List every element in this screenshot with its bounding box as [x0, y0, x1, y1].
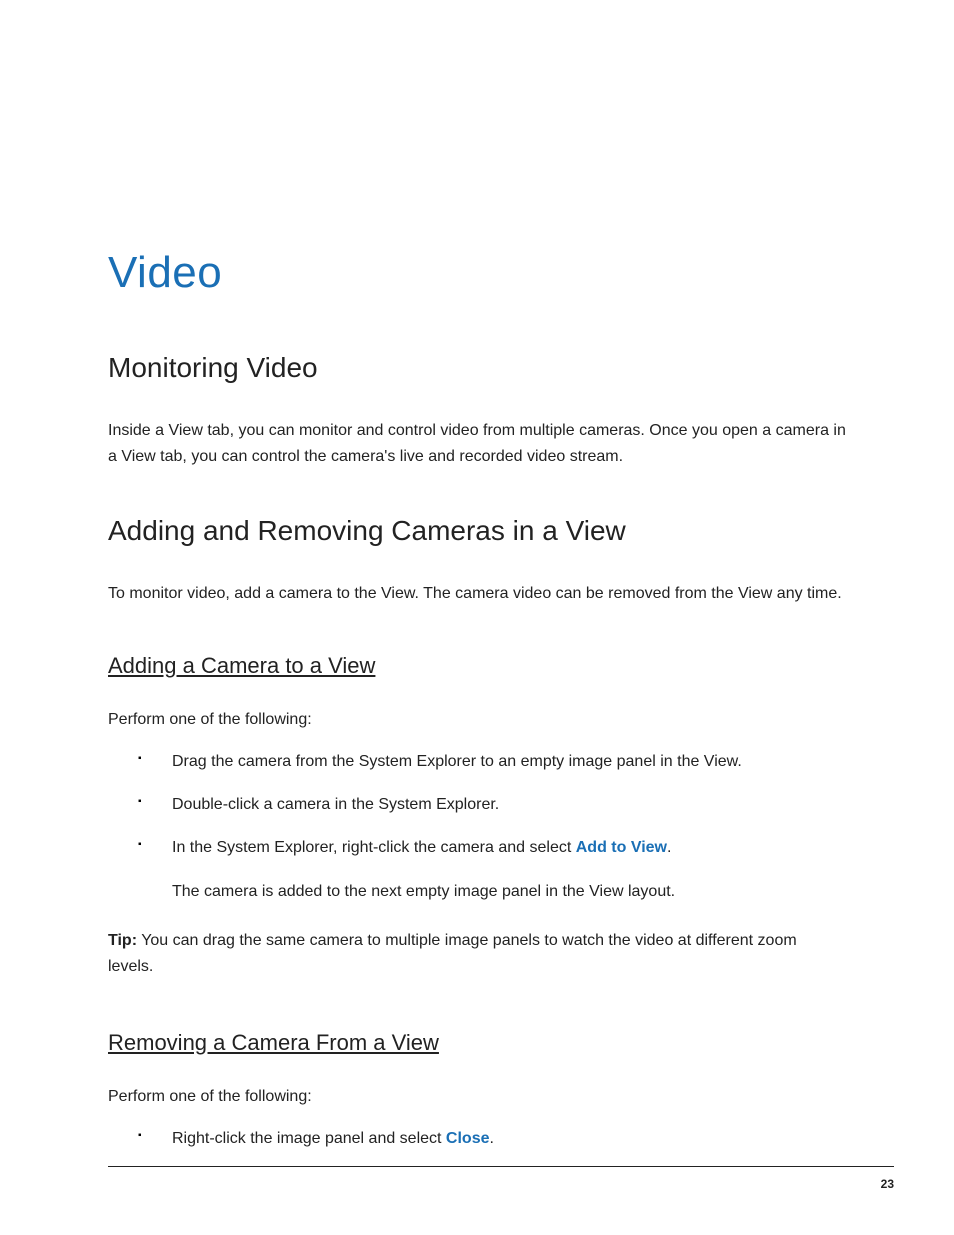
list-item: Right-click the image panel and select C… — [162, 1127, 846, 1152]
list-item-text: . — [490, 1130, 494, 1147]
list-item: Double-click a camera in the System Expl… — [162, 793, 846, 818]
after-bullets-note: The camera is added to the next empty im… — [108, 879, 846, 905]
list-item-text: . — [667, 839, 671, 856]
page-number: 23 — [881, 1177, 894, 1191]
bullet-list-adding: Drag the camera from the System Explorer… — [108, 750, 846, 860]
list-item-text: Right-click the image panel and select — [172, 1130, 446, 1147]
subsection-heading-removing: Removing a Camera From a View — [108, 1030, 846, 1056]
bullet-list-removing: Right-click the image panel and select C… — [108, 1127, 846, 1152]
list-item: In the System Explorer, right-click the … — [162, 836, 846, 861]
tip-label: Tip: — [108, 932, 137, 949]
tip-text: You can drag the same camera to multiple… — [108, 932, 797, 975]
paragraph-monitoring: Inside a View tab, you can monitor and c… — [108, 418, 846, 469]
section-heading-monitoring: Monitoring Video — [108, 352, 846, 384]
paragraph-adding-removing: To monitor video, add a camera to the Vi… — [108, 581, 846, 607]
intro-removing: Perform one of the following: — [108, 1084, 846, 1110]
subsection-heading-adding: Adding a Camera to a View — [108, 653, 846, 679]
inline-command-add-to-view: Add to View — [576, 839, 667, 856]
document-page: Video Monitoring Video Inside a View tab… — [0, 0, 954, 1235]
list-item-text: In the System Explorer, right-click the … — [172, 839, 576, 856]
footer-divider — [108, 1166, 894, 1167]
tip-paragraph: Tip: You can drag the same camera to mul… — [108, 928, 846, 979]
list-item: Drag the camera from the System Explorer… — [162, 750, 846, 775]
section-heading-adding-removing: Adding and Removing Cameras in a View — [108, 515, 846, 547]
intro-adding: Perform one of the following: — [108, 707, 846, 733]
page-title: Video — [108, 248, 846, 298]
inline-command-close: Close — [446, 1130, 490, 1147]
